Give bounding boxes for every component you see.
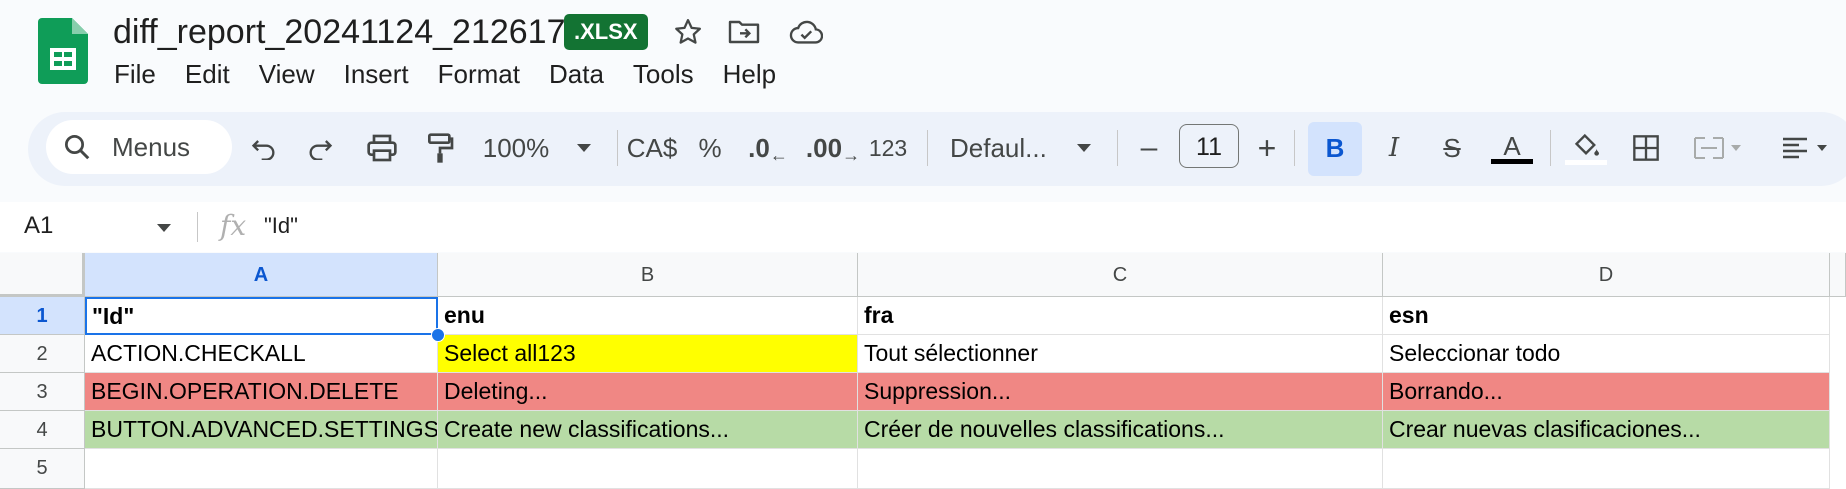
search-icon	[62, 132, 92, 167]
more-formats-button[interactable]: 123	[866, 126, 910, 170]
redo-icon[interactable]	[302, 126, 338, 170]
toolbar-divider	[1294, 130, 1295, 166]
paint-format-icon[interactable]	[420, 126, 460, 170]
decrease-font-size-button[interactable]: –	[1134, 126, 1164, 170]
cell-b4[interactable]: Create new classifications...	[438, 411, 858, 449]
cell-c4[interactable]: Créer de nouvelles classifications...	[858, 411, 1383, 449]
italic-icon[interactable]: I	[1374, 126, 1414, 170]
arrow-left-icon: ←	[769, 144, 788, 165]
cell-d2[interactable]: Seleccionar todo	[1383, 335, 1830, 373]
cell-b3[interactable]: Deleting...	[438, 373, 858, 411]
increase-decimal-label: .00	[805, 132, 843, 163]
menu-file[interactable]: File	[114, 56, 156, 92]
select-all-corner[interactable]	[0, 253, 85, 297]
toolbar-divider	[617, 130, 618, 166]
zoom-select[interactable]: 100%	[480, 126, 552, 170]
borders-icon[interactable]	[1626, 126, 1666, 170]
undo-icon[interactable]	[246, 126, 282, 170]
row-header-2[interactable]: 2	[0, 335, 85, 373]
arrow-right-icon: →	[842, 144, 861, 165]
row-header-5[interactable]: 5	[0, 449, 85, 489]
cell-a5[interactable]	[85, 449, 438, 489]
cell-c5[interactable]	[858, 449, 1383, 489]
format-percent-button[interactable]: %	[696, 126, 724, 170]
fx-icon: fx	[220, 209, 247, 242]
column-header-e[interactable]	[1830, 253, 1846, 297]
cell-c1[interactable]: fra	[858, 297, 1383, 335]
text-color-icon[interactable]: A	[1490, 126, 1534, 170]
menu-bar: File Edit View Insert Format Data Tools …	[114, 56, 805, 92]
name-box[interactable]: A1	[24, 208, 53, 244]
cell-a4[interactable]: BUTTON.ADVANCED.SETTINGS	[85, 411, 438, 449]
cell-c2[interactable]: Tout sélectionner	[858, 335, 1383, 373]
column-header-b[interactable]: B	[438, 253, 858, 297]
align-left-icon[interactable]	[1776, 126, 1836, 170]
cell-d5[interactable]	[1383, 449, 1830, 489]
cloud-saved-icon[interactable]	[788, 14, 824, 50]
font-family-dropdown-icon[interactable]	[1072, 126, 1096, 170]
row-header-3[interactable]: 3	[0, 373, 85, 411]
strikethrough-icon[interactable]: S	[1432, 126, 1472, 170]
font-size-input[interactable]: 11	[1179, 124, 1239, 168]
toolbar-divider	[1117, 130, 1118, 166]
cell-c3[interactable]: Suppression...	[858, 373, 1383, 411]
formula-input[interactable]: "Id"	[264, 209, 298, 243]
print-icon[interactable]	[362, 126, 402, 170]
column-header-c[interactable]: C	[858, 253, 1383, 297]
document-title[interactable]: diff_report_20241124_212617	[113, 10, 566, 54]
cell-b2[interactable]: Select all123	[438, 335, 858, 373]
increase-decimal-button[interactable]: .00 →	[805, 126, 861, 170]
menu-data[interactable]: Data	[549, 56, 604, 92]
merge-cells-icon[interactable]	[1688, 126, 1748, 170]
toolbar-divider	[1550, 130, 1551, 166]
menu-view[interactable]: View	[259, 56, 315, 92]
column-header-a[interactable]: A	[85, 253, 438, 297]
move-to-folder-icon[interactable]	[726, 14, 762, 50]
file-format-badge: .XLSX	[564, 14, 648, 50]
star-icon[interactable]	[670, 14, 706, 50]
row-header-4[interactable]: 4	[0, 411, 85, 449]
menu-search-label[interactable]: Menus	[112, 130, 190, 164]
format-currency-button[interactable]: CA$	[626, 126, 678, 170]
cell-a3[interactable]: BEGIN.OPERATION.DELETE	[85, 373, 438, 411]
decrease-decimal-button[interactable]: .0 ←	[748, 126, 788, 170]
font-family-select[interactable]: Defaul...	[950, 126, 1060, 170]
menu-insert[interactable]: Insert	[344, 56, 409, 92]
menu-format[interactable]: Format	[438, 56, 520, 92]
fill-color-icon[interactable]	[1564, 126, 1608, 170]
formula-bar-divider	[197, 212, 198, 242]
cell-a2[interactable]: ACTION.CHECKALL	[85, 335, 438, 373]
cell-d3[interactable]: Borrando...	[1383, 373, 1830, 411]
name-box-dropdown-icon[interactable]	[156, 220, 172, 238]
menu-edit[interactable]: Edit	[185, 56, 230, 92]
cell-a1[interactable]: "Id"	[85, 297, 438, 335]
zoom-dropdown-icon[interactable]	[572, 126, 596, 170]
cell-d4[interactable]: Crear nuevas clasificaciones...	[1383, 411, 1830, 449]
decrease-decimal-label: .0	[748, 132, 770, 163]
menu-help[interactable]: Help	[723, 56, 776, 92]
cell-b1[interactable]: enu	[438, 297, 858, 335]
fill-handle[interactable]	[431, 328, 445, 342]
sheets-logo-icon[interactable]	[38, 18, 88, 84]
menu-tools[interactable]: Tools	[633, 56, 694, 92]
cell-d1[interactable]: esn	[1383, 297, 1830, 335]
bold-icon: B	[1325, 132, 1345, 163]
row-header-1[interactable]: 1	[0, 297, 85, 335]
column-header-d[interactable]: D	[1383, 253, 1830, 297]
spreadsheet-grid: A B C D 1 2 3 4 5 "Id" enu fra esn ACTIO…	[0, 253, 1846, 489]
increase-font-size-button[interactable]: +	[1252, 126, 1282, 170]
cell-b5[interactable]	[438, 449, 858, 489]
toolbar-divider	[927, 130, 928, 166]
